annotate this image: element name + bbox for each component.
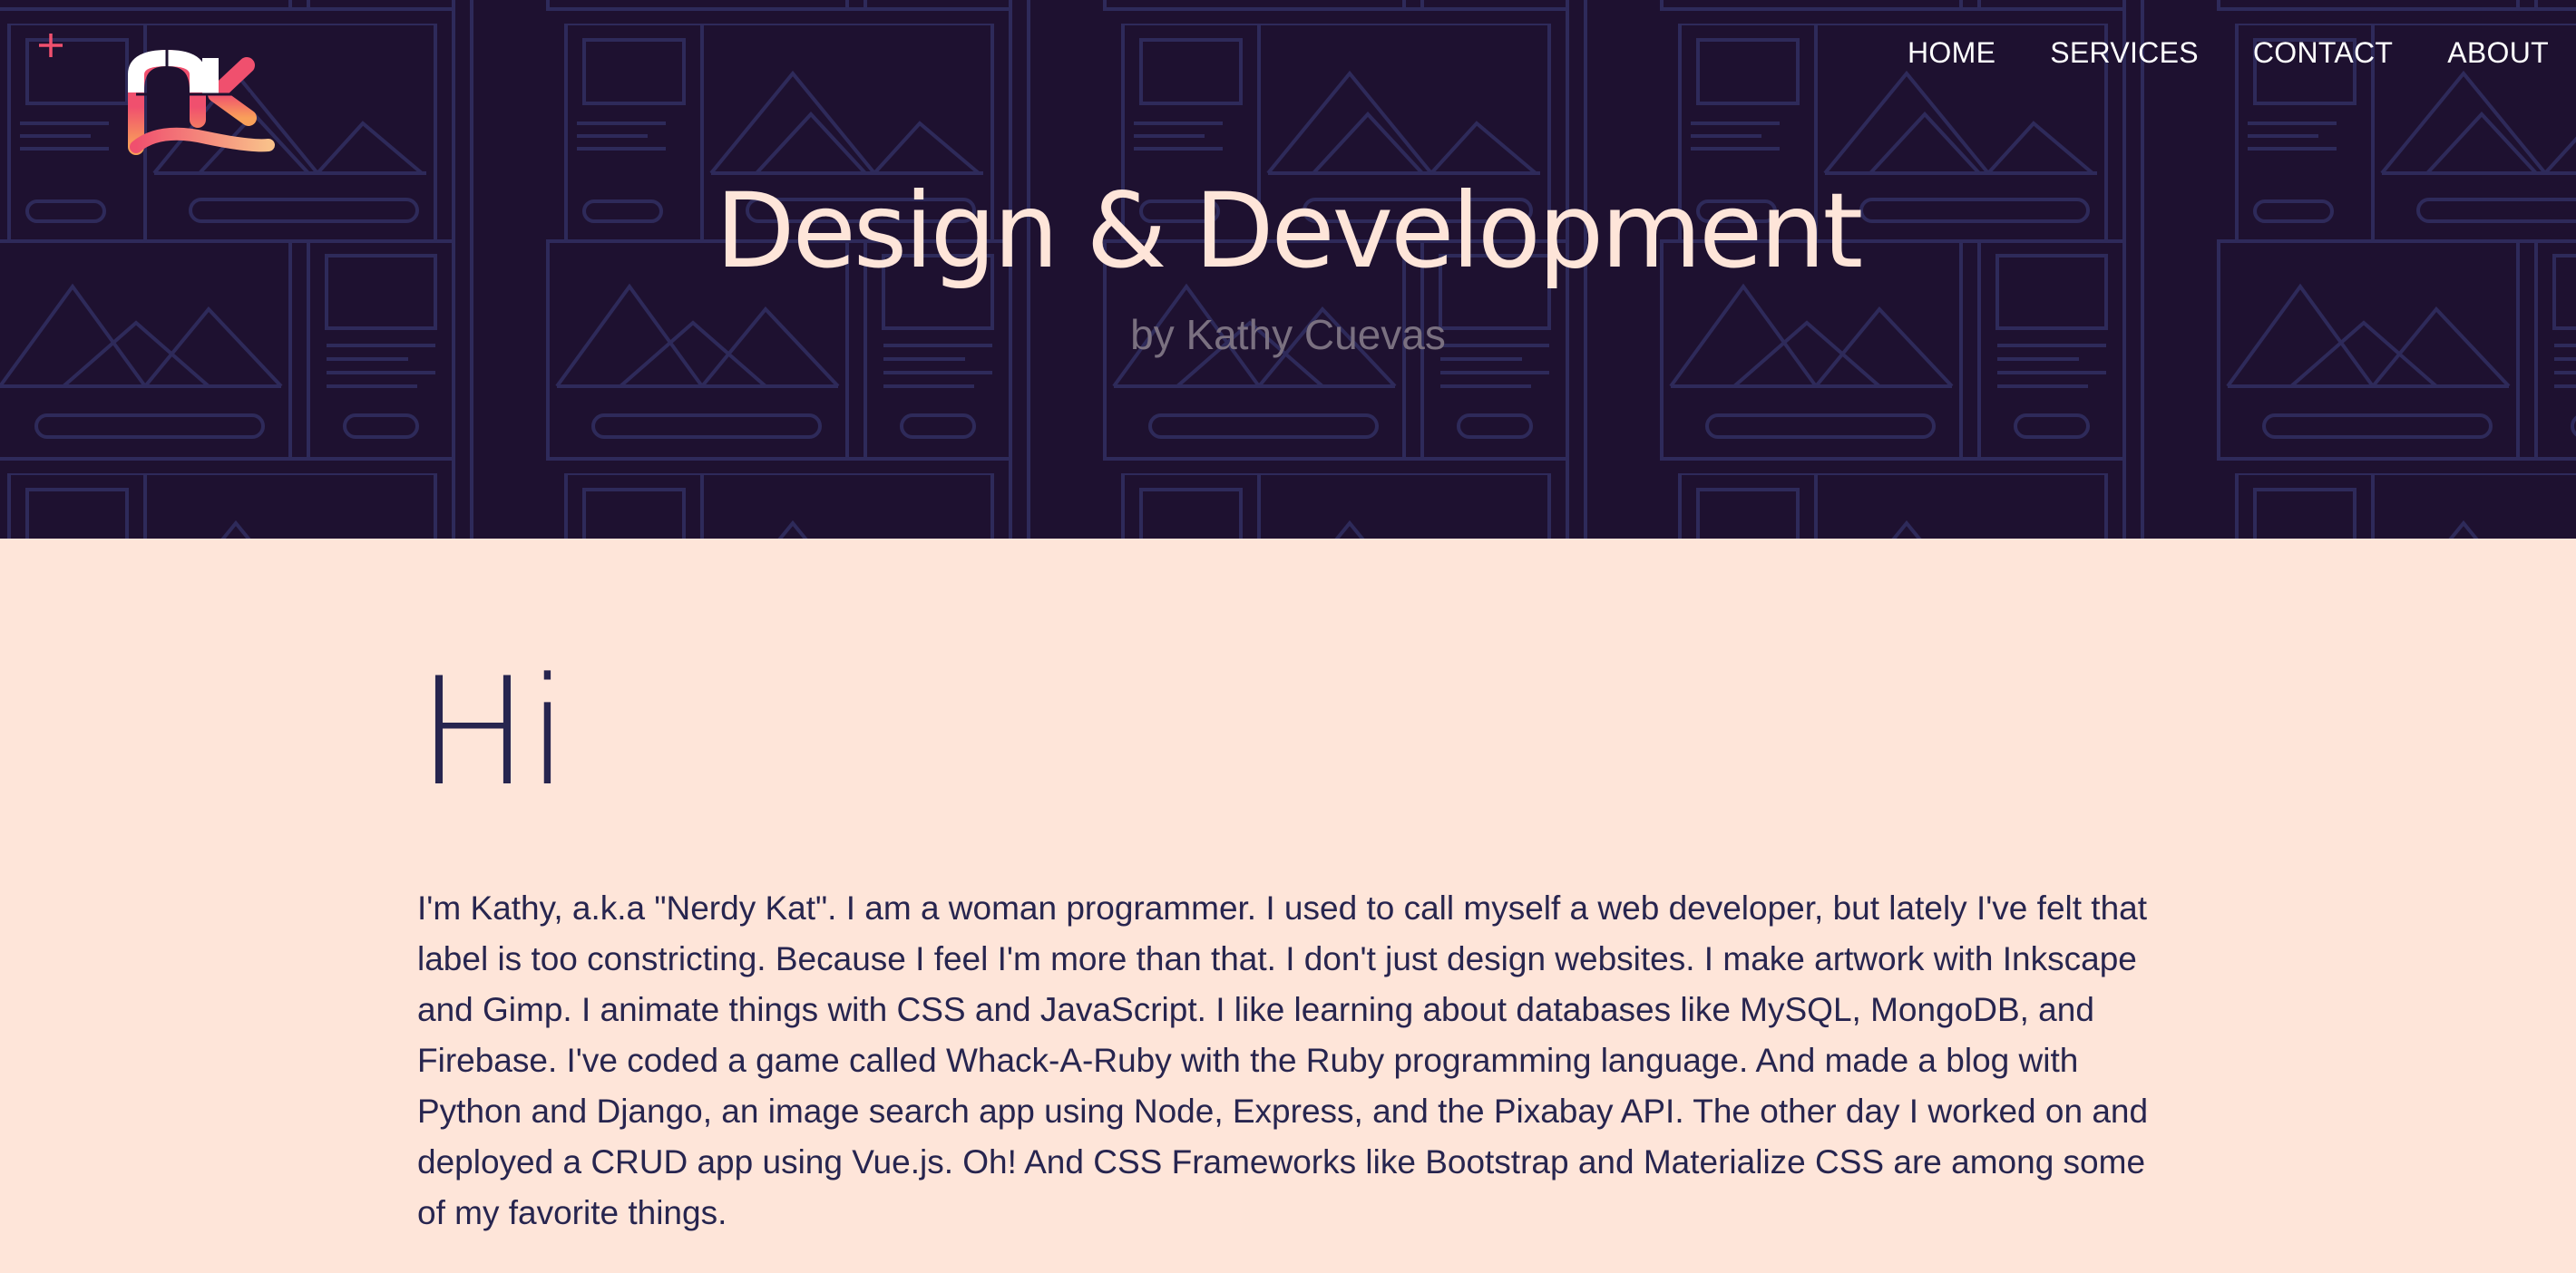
plus-icon [39, 34, 63, 57]
nav-link-contact[interactable]: CONTACT [2226, 31, 2420, 75]
nav-link-about[interactable]: ABOUT [2420, 31, 2576, 75]
main-navigation: HOME SERVICES CONTACT ABOUT [1880, 31, 2576, 75]
nav-link-services[interactable]: SERVICES [2023, 31, 2226, 75]
intro-paragraph: I'm Kathy, a.k.a "Nerdy Kat". I am a wom… [417, 889, 2149, 1231]
nerdy-kat-logo[interactable] [123, 11, 278, 161]
menu-toggle-button[interactable] [31, 25, 71, 65]
main-content: Hi I'm Kathy, a.k.a "Nerdy Kat". I am a … [417, 539, 2159, 1239]
page-title: Design & Development [715, 170, 1863, 291]
hero-header: HOME SERVICES CONTACT ABOUT Design & Dev… [0, 0, 2576, 539]
greeting-heading: Hi [417, 646, 569, 819]
nav-link-home[interactable]: HOME [1880, 31, 2023, 75]
page-subtitle: by Kathy Cuevas [1130, 311, 1446, 358]
